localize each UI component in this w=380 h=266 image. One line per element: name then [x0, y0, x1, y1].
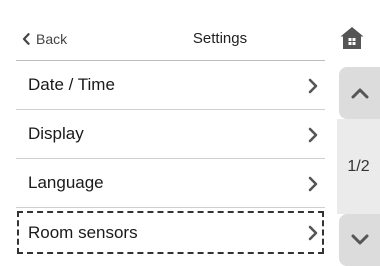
- chevron-right-icon: [307, 176, 319, 192]
- home-button[interactable]: [338, 24, 366, 52]
- page-scroller: 1/2: [337, 64, 380, 266]
- chevron-right-icon: [307, 78, 319, 94]
- page-title: Settings: [192, 30, 248, 47]
- chevron-right-icon: [307, 127, 319, 143]
- menu-item-language[interactable]: Language: [16, 159, 325, 207]
- settings-menu-list: Date / Time Display Language Room sensor…: [0, 61, 329, 255]
- chevron-left-icon: [22, 33, 30, 45]
- menu-item-room-sensors[interactable]: Room sensors: [16, 210, 325, 255]
- header-bar: Back Settings: [0, 0, 380, 64]
- back-label: Back: [36, 31, 68, 47]
- divider: [16, 207, 325, 208]
- page-track: 1/2: [337, 119, 380, 214]
- home-icon: [338, 24, 366, 52]
- menu-item-date-time[interactable]: Date / Time: [16, 61, 325, 109]
- page-down-button[interactable]: [339, 214, 380, 266]
- page-indicator: 1/2: [347, 158, 370, 175]
- menu-item-label: Room sensors: [28, 223, 138, 242]
- back-button[interactable]: Back: [22, 28, 67, 50]
- menu-item-label: Language: [28, 173, 104, 192]
- menu-item-label: Display: [28, 124, 84, 143]
- menu-item-display[interactable]: Display: [16, 110, 325, 158]
- page-up-button[interactable]: [339, 67, 380, 119]
- menu-item-label: Date / Time: [28, 75, 115, 94]
- chevron-right-icon: [307, 225, 319, 241]
